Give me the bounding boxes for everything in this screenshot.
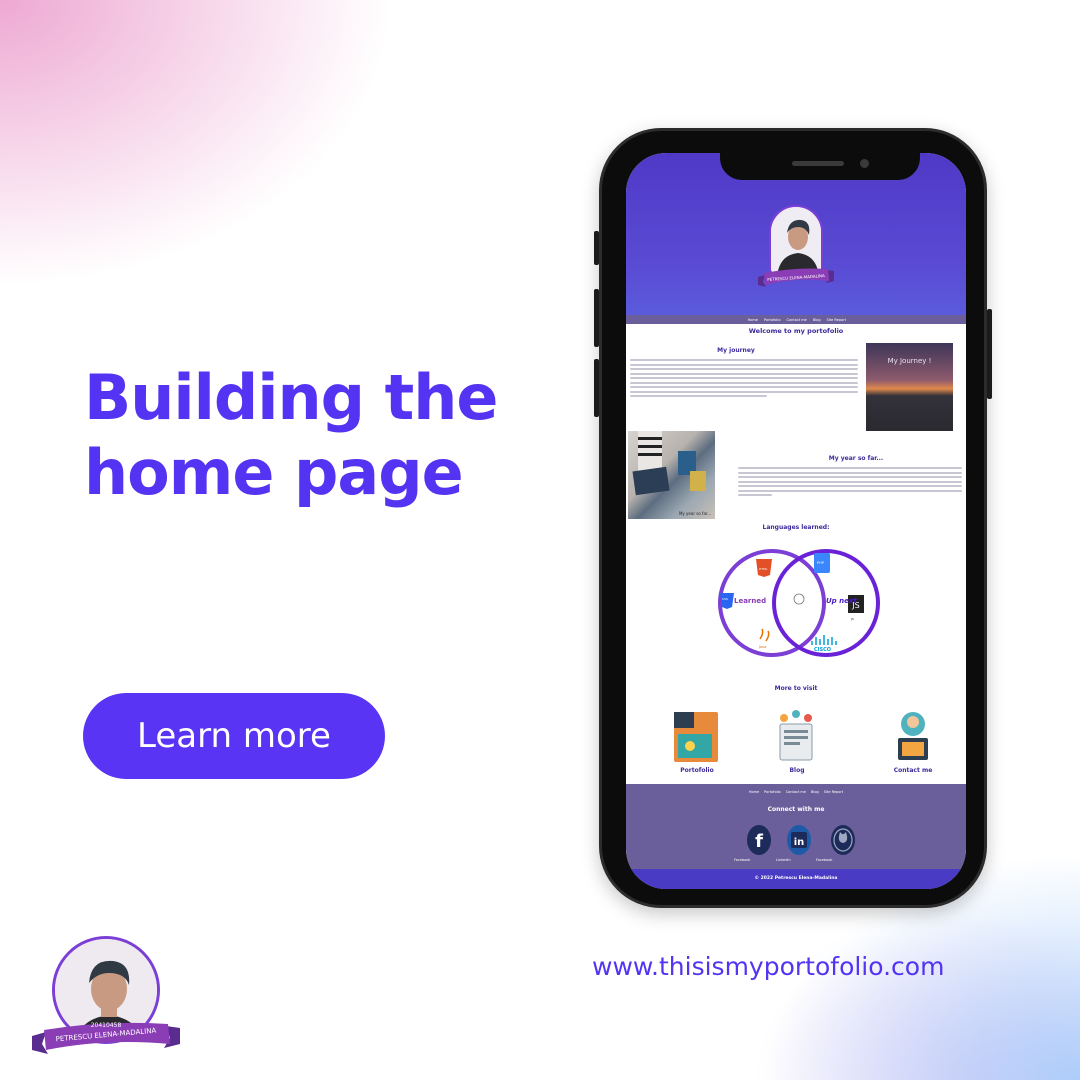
site-footer: Home Portofolio Contact me Blog Site Rep…	[626, 784, 966, 889]
front-camera	[860, 159, 869, 168]
year-heading: My year so far...	[828, 455, 884, 462]
facebook-label[interactable]: Facebook	[734, 858, 750, 862]
power-button	[987, 309, 992, 399]
nav-home[interactable]: Home	[748, 318, 758, 322]
more-to-visit-heading: More to visit	[774, 685, 818, 692]
profile-badge: 20410458 PETRESCU ELENA-MADALINA	[30, 930, 182, 1070]
connect-heading: Connect with me	[767, 806, 825, 813]
journey-image: My Journey !	[866, 343, 953, 431]
footer-nav: Home Portofolio Contact me Blog Site Rep…	[626, 790, 966, 794]
nav-blog[interactable]: Blog	[813, 318, 821, 322]
github-icon[interactable]	[830, 824, 856, 856]
venn-left-label: Learned	[734, 597, 767, 605]
silent-switch	[594, 231, 599, 265]
year-image-caption: My year so far...	[678, 511, 711, 516]
phone-screen: PETRESCU ELENA-MADALINA Home Portofolio …	[626, 153, 966, 889]
svg-text:f: f	[755, 831, 763, 852]
journey-text	[630, 359, 858, 400]
blog-card-label[interactable]: Blog	[767, 767, 827, 774]
blog-card-icon[interactable]	[772, 708, 822, 768]
year-image: My year so far...	[628, 431, 715, 519]
contact-card-icon[interactable]	[888, 708, 938, 768]
languages-heading: Languages learned:	[762, 524, 830, 531]
phone-notch	[720, 153, 920, 180]
svg-text:in: in	[794, 837, 805, 848]
footer-nav-contact[interactable]: Contact me	[786, 790, 806, 794]
footer-nav-portofolio[interactable]: Portofolio	[764, 790, 781, 794]
venn-php-tag: PHP	[817, 561, 824, 565]
site-nav: Home Portofolio Contact me Blog Site Rep…	[626, 315, 966, 324]
welcome-heading: Welcome to my portofolio	[748, 327, 844, 335]
venn-js-tag: JS	[851, 617, 854, 621]
facebook-icon[interactable]: f	[746, 824, 772, 856]
github-label[interactable]: Facebook	[816, 858, 832, 862]
journey-heading: My journey	[717, 347, 755, 354]
linkedin-label[interactable]: LinkedIn	[776, 858, 791, 862]
headline-line-1: Building the	[84, 361, 498, 434]
venn-cisco-tag: CISCO	[814, 647, 832, 653]
linkedin-icon[interactable]: in	[786, 824, 812, 856]
speaker-grille	[792, 161, 844, 166]
headline: Building the home page	[84, 360, 544, 510]
footer-nav-blog[interactable]: Blog	[811, 790, 819, 794]
journey-image-caption: My Journey !	[887, 357, 932, 365]
headline-line-2: home page	[84, 436, 464, 509]
footer-nav-home[interactable]: Home	[749, 790, 759, 794]
venn-html-tag: HTML	[759, 567, 768, 571]
portofolio-card-label[interactable]: Portofolio	[667, 767, 727, 774]
nav-portofolio[interactable]: Portofolio	[764, 318, 781, 322]
volume-down-button	[594, 359, 599, 417]
languages-venn-diagram: JS Learned Up next HTML CSS Java PHP JS …	[714, 539, 884, 669]
nav-site-report[interactable]: Site Report	[827, 318, 846, 322]
volume-up-button	[594, 289, 599, 347]
phone-mockup: PETRESCU ELENA-MADALINA Home Portofolio …	[594, 128, 992, 908]
copyright-bar: © 2022 Petrescu Elena-Madalina	[626, 869, 966, 889]
venn-java-tag: Java	[759, 645, 767, 649]
contact-card-label[interactable]: Contact me	[883, 767, 943, 774]
footer-nav-site-report[interactable]: Site Report	[824, 790, 843, 794]
nav-contact[interactable]: Contact me	[787, 318, 807, 322]
learn-more-button[interactable]: Learn more	[83, 693, 385, 779]
venn-right-label: Up next	[826, 597, 857, 605]
laptop-desk-image	[632, 431, 706, 496]
website-url[interactable]: www.thisismyportofolio.com	[592, 952, 944, 981]
year-text	[738, 467, 962, 499]
venn-css-tag: CSS	[722, 597, 728, 601]
portofolio-card-icon[interactable]	[672, 708, 722, 768]
